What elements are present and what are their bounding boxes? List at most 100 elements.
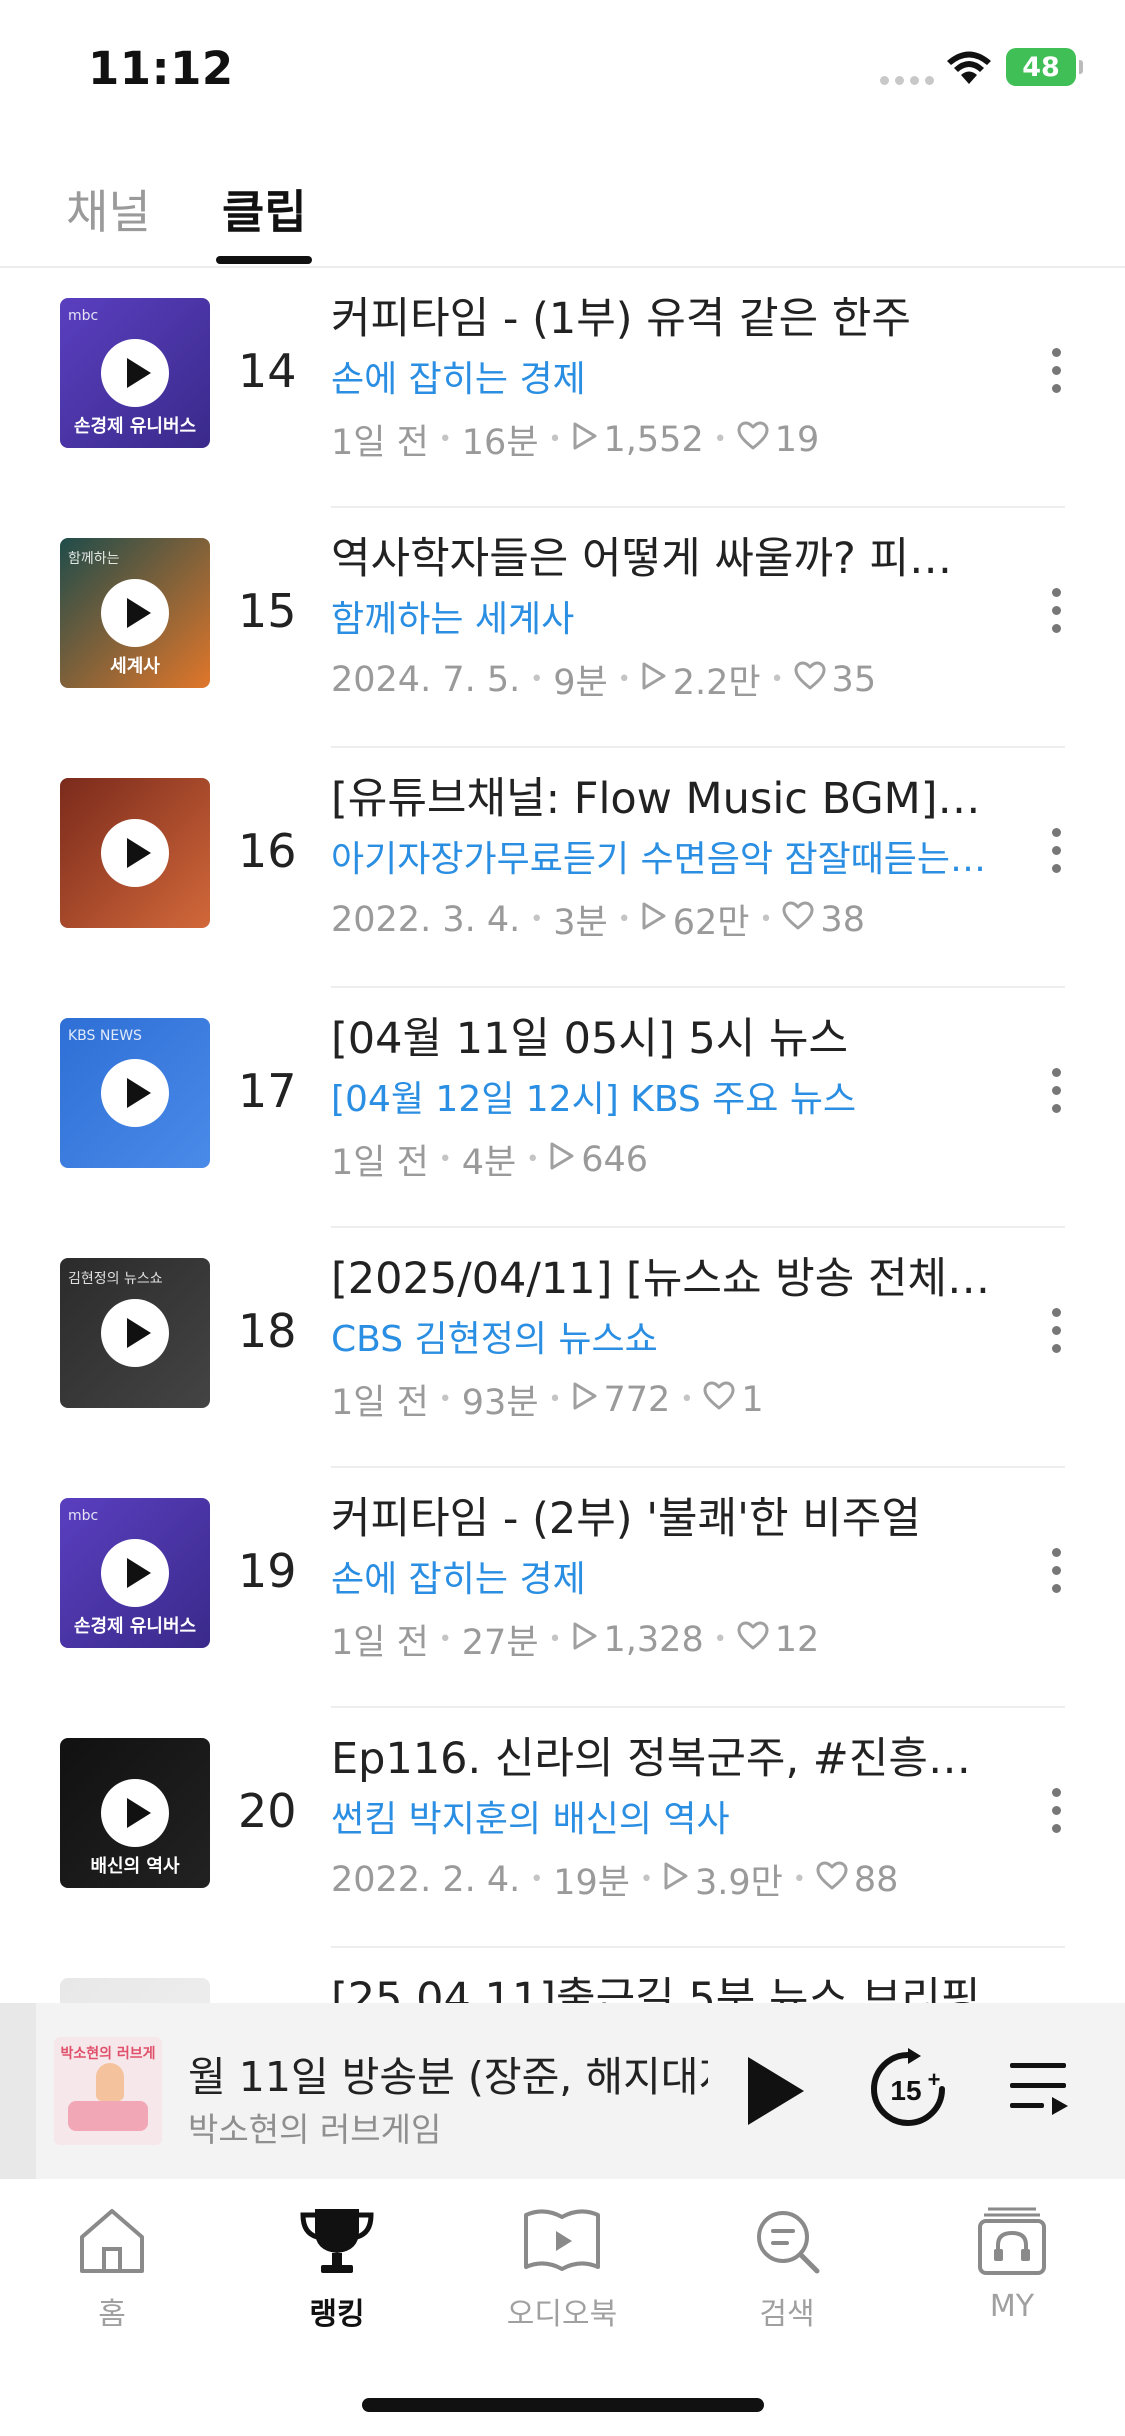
status-time: 11:12 [88,42,234,95]
clip-title[interactable]: 커피타임 - (2부) '불쾌'한 비주얼 [331,1484,991,1546]
play-button-icon[interactable] [101,579,169,647]
more-options-icon[interactable] [1046,1548,1066,1598]
nav-home[interactable]: 홈 [37,2201,187,2333]
play-icon[interactable] [740,2051,810,2131]
clip-like-count: 19 [774,419,820,460]
more-options-icon[interactable] [1046,348,1066,398]
clip-thumbnail[interactable]: mbc 손경제 유니버스 [60,298,210,448]
player-channel-name[interactable]: 박소현의 러브게임 [188,2103,441,2151]
clip-title[interactable]: 역사학자들은 어떻게 싸울까? 피셔 논쟁과 역사가 논쟁 [331,524,991,586]
skip-forward-15-icon[interactable]: 15 + [866,2047,950,2131]
clip-play-count: 2.2만 [672,663,761,703]
clip-row[interactable]: 16 [유튜브채널: Flow Music BGM] 수면음악아기자장가무료듣기 … [0,748,1125,988]
clip-channel-link[interactable]: 손에 잡히는 경제 [331,350,1001,402]
clip-date: 2022. 2. 4. [331,1859,521,1900]
nav-ranking[interactable]: 랭킹 [262,2201,412,2333]
clip-channel-link[interactable]: [04월 12일 12시] KBS 주요 뉴스 [331,1070,1001,1122]
more-options-icon[interactable] [1046,1788,1066,1838]
play-button-icon[interactable] [101,819,169,887]
clip-like-count: 12 [774,1619,820,1660]
artwork-top-text: mbc [68,308,99,324]
clip-meta: 1일 전 • 93분 • 772 • 1 [331,1374,764,1425]
clip-row[interactable]: mbc 손경제 유니버스 19 커피타임 - (2부) '불쾌'한 비주얼 손에 잡히는… [0,1468,1125,1708]
player-episode-title[interactable]: 월 11일 방송분 (장준, 해지대지) [188,2043,708,2103]
clip-thumbnail[interactable]: 김현정의 뉴스쇼 [60,1258,210,1408]
clip-channel-link[interactable]: 아기자장가무료듣기 수면음악 잠잘때듣는음악 [331,830,1001,882]
clip-row[interactable]: [25.04.11]출근길 5분 뉴스 브리핑 [0,1948,1125,2003]
clip-title[interactable]: Ep116. 신라의 정복군주, #진흥왕 이야기 [331,1724,991,1786]
clip-row[interactable]: 김현정의 뉴스쇼 18 [2025/04/11] [뉴스쇼 방송 전체듣기] 김현정… [0,1228,1125,1468]
rank-number: 20 [238,1784,297,1838]
clip-channel-link[interactable]: 썬킴 박지훈의 배신의 역사 [331,1790,1001,1842]
play-count-icon [572,420,604,460]
clip-thumbnail[interactable] [60,778,210,928]
mini-player[interactable]: 박소현의 러브게임 월 11일 방송분 (장준, 해지대지) 박소현의 러브게임… [0,2003,1125,2179]
more-options-icon[interactable] [1046,1308,1066,1358]
clip-title[interactable]: [25.04.11]출근길 5분 뉴스 브리핑 [331,1964,991,2003]
more-options-icon[interactable] [1046,828,1066,878]
clip-duration: 9분 [553,663,608,703]
clip-ranking-list[interactable]: mbc 손경제 유니버스 14 커피타임 - (1부) 유격 같은 한주 손에 잡히는 … [0,268,1125,2003]
nav-home-label: 홈 [98,2297,126,2332]
meta-separator: • [617,907,631,932]
home-icon [80,2209,144,2273]
play-button-icon[interactable] [101,1059,169,1127]
clip-meta: 1일 전 • 27분 • 1,328 • 12 [331,1614,819,1665]
nav-my[interactable]: MY [937,2201,1087,2324]
clip-title[interactable]: 커피타임 - (1부) 유격 같은 한주 [331,284,991,346]
nav-audiobook[interactable]: 오디오북 [487,2201,637,2333]
more-options-icon[interactable] [1046,588,1066,638]
play-button-icon[interactable] [101,1539,169,1607]
meta-separator: • [530,907,544,932]
player-artwork-person [96,2063,124,2101]
clip-channel-link[interactable]: 손에 잡히는 경제 [331,1550,1001,1602]
meta-separator: • [438,427,452,452]
playlist-icon[interactable] [1008,2059,1072,2119]
clip-row[interactable]: 함께하는세계사15역사학자들은 어떻게 싸울까? 피셔 논쟁과 역사가 논쟁함께… [0,508,1125,748]
clip-channel-link[interactable]: CBS 김현정의 뉴스쇼 [331,1310,1001,1362]
clip-title[interactable]: [04월 11일 05시] 5시 뉴스 [331,1004,991,1066]
status-bar: 11:12 48 [0,0,1125,140]
nav-search[interactable]: 검색 [712,2201,862,2333]
clip-thumbnail[interactable]: mbc 손경제 유니버스 [60,1498,210,1648]
clip-date: 2022. 3. 4. [331,899,521,940]
clip-thumbnail[interactable]: 함께하는 세계사 [60,538,210,688]
rank-number: 16 [238,824,297,878]
clip-play-count: 646 [581,1139,649,1180]
play-button-icon[interactable] [101,339,169,407]
clip-duration: 19분 [553,1863,630,1903]
tab-channel[interactable]: 채널 [66,176,151,242]
clip-duration: 3분 [553,903,608,943]
clip-duration: 93분 [461,1383,539,1423]
play-count-icon [663,1860,695,1900]
player-previous-peek [0,2003,36,2179]
player-artwork[interactable]: 박소현의 러브게임 [54,2037,162,2145]
clip-like-count: 1 [741,1379,764,1420]
play-count-icon [572,1620,604,1660]
play-count-icon [641,660,673,700]
clip-title[interactable]: [유튜브채널: Flow Music BGM] 수면음악 [331,764,991,826]
clip-date: 1일 전 [331,423,429,463]
clip-row[interactable]: KBS NEWS 17 [04월 11일 05시] 5시 뉴스 [04월 12일 12… [0,988,1125,1228]
clip-row[interactable]: mbc 손경제 유니버스 14 커피타임 - (1부) 유격 같은 한주 손에 잡히는 … [0,268,1125,508]
clip-meta: 2022. 2. 4. • 19분 • 3.9만 • 88 [331,1854,898,1905]
play-button-icon[interactable] [101,1299,169,1367]
clip-title[interactable]: [2025/04/11] [뉴스쇼 방송 전체듣기] 김현정의 뉴스쇼 [331,1244,991,1306]
clip-channel-link[interactable]: 함께하는 세계사 [331,590,1001,642]
clip-meta: 2022. 3. 4. • 3분 • 62만 • 38 [331,894,865,945]
more-options-icon[interactable] [1046,1068,1066,1118]
meta-separator: • [548,427,562,452]
clip-thumbnail[interactable] [60,1978,210,2003]
clip-play-count: 62만 [672,903,750,943]
play-button-icon[interactable] [101,1779,169,1847]
clip-row[interactable]: 배신의 역사 20 Ep116. 신라의 정복군주, #진흥왕 이야기썬킴 박지훈의… [0,1708,1125,1948]
artwork-top-text: mbc [68,1508,99,1524]
tab-clip[interactable]: 클립 [222,176,307,242]
clip-thumbnail[interactable]: KBS NEWS [60,1018,210,1168]
clip-play-count: 772 [603,1379,671,1420]
nav-search-label: 검색 [759,2297,815,2332]
heart-icon [794,660,832,700]
clip-like-count: 88 [853,1859,899,1900]
nav-ranking-label: 랭킹 [309,2297,365,2332]
clip-thumbnail[interactable]: 배신의 역사 [60,1738,210,1888]
